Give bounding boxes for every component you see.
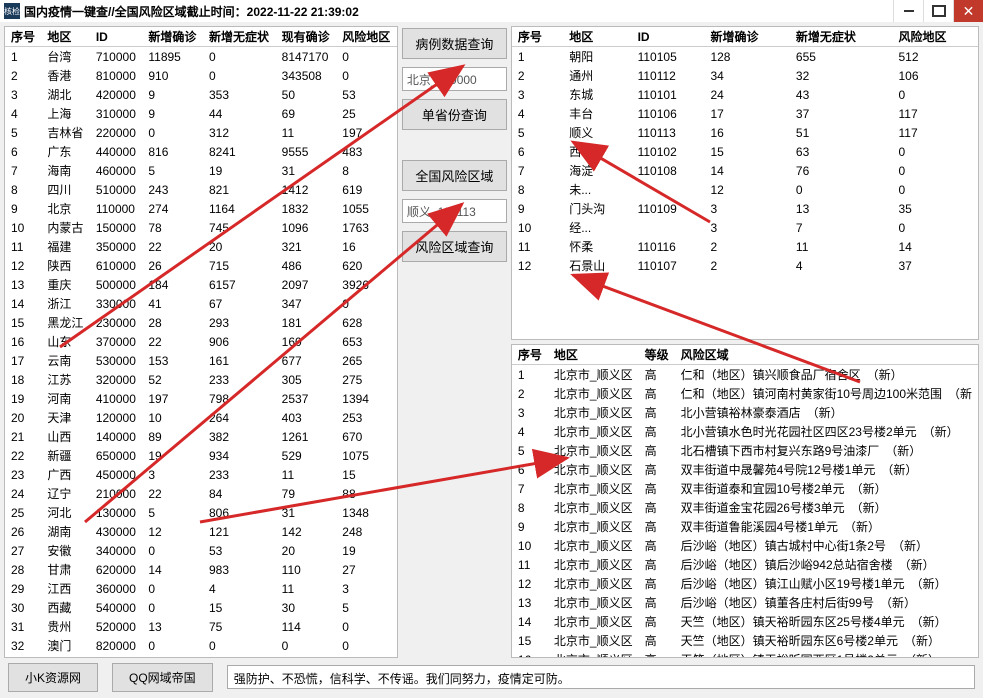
table-row[interactable]: 4北京市_顺义区高北小营镇水色时光花园社区四区23号楼2单元 （新） xyxy=(512,422,978,441)
column-header[interactable]: 风险地区 xyxy=(336,27,397,47)
table-row[interactable]: 2香港81000091003435080 xyxy=(5,66,397,85)
single-province-query-button[interactable]: 单省份查询 xyxy=(402,99,507,130)
column-header[interactable]: 等级 xyxy=(639,345,675,365)
table-row[interactable]: 14浙江33000041673470 xyxy=(5,294,397,313)
column-header[interactable]: ID xyxy=(90,27,143,47)
table-row[interactable]: 8北京市_顺义区高双丰街道金宝花园26号楼3单元 （新） xyxy=(512,498,978,517)
district-input[interactable] xyxy=(402,199,507,223)
table-row[interactable]: 18江苏32000052233305275 xyxy=(5,370,397,389)
table-row[interactable]: 11怀柔11011621114 xyxy=(512,237,978,256)
column-header[interactable]: 序号 xyxy=(5,27,41,47)
table-row[interactable]: 10北京市_顺义区高后沙峪（地区）镇古城村中心街1条2号 （新） xyxy=(512,536,978,555)
province-input[interactable] xyxy=(402,67,507,91)
close-button[interactable]: ✕ xyxy=(953,0,983,22)
table-row[interactable]: 7海南460000519318 xyxy=(5,161,397,180)
table-row[interactable]: 5顺义1101131651117 xyxy=(512,123,978,142)
table-row[interactable]: 16北京市_顺义区高天竺（地区）镇天裕昕园西区1号楼2单元 （新） xyxy=(512,650,978,658)
table-row[interactable]: 1北京市_顺义区高仁和（地区）镇兴顺食品厂宿舍区 （新） xyxy=(512,365,978,385)
column-header[interactable]: 序号 xyxy=(512,345,548,365)
table-row[interactable]: 7海淀11010814760 xyxy=(512,161,978,180)
column-header[interactable]: 现有确诊 xyxy=(276,27,337,47)
table-row[interactable]: 26湖南43000012121142248 xyxy=(5,522,397,541)
column-header[interactable]: 地区 xyxy=(41,27,89,47)
table-row[interactable]: 21山西140000893821261670 xyxy=(5,427,397,446)
table-row[interactable]: 7北京市_顺义区高双丰街道泰和宜园10号楼2单元 （新） xyxy=(512,479,978,498)
national-risk-button[interactable]: 全国风险区域 xyxy=(402,160,507,191)
table-row[interactable]: 27安徽3400000532019 xyxy=(5,541,397,560)
table-row[interactable]: 23广西45000032331115 xyxy=(5,465,397,484)
table-row[interactable]: 10内蒙古1500007874510961763 xyxy=(5,218,397,237)
district-table[interactable]: 序号地区ID新增确诊新增无症状风险地区1朝阳1101051286555122通州… xyxy=(511,26,979,340)
table-row[interactable]: 1台湾71000011895081471700 xyxy=(5,47,397,67)
table-row[interactable]: 29江西36000004113 xyxy=(5,579,397,598)
table-row[interactable]: 11北京市_顺义区高后沙峪（地区）镇后沙峪942总站宿舍楼 （新） xyxy=(512,555,978,574)
table-row[interactable]: 8四川5100002438211412619 xyxy=(5,180,397,199)
table-row[interactable]: 16山东37000022906160653 xyxy=(5,332,397,351)
column-header[interactable]: 序号 xyxy=(512,27,563,47)
table-row[interactable]: 9北京市_顺义区高双丰街道鲁能溪园4号楼1单元 （新） xyxy=(512,517,978,536)
table-row[interactable]: 5北京市_顺义区高北石槽镇下西市村复兴东路9号油漆厂 （新） xyxy=(512,441,978,460)
table-row[interactable]: 2北京市_顺义区高仁和（地区）镇河南村黄家街10号周边100米范围 （新 xyxy=(512,384,978,403)
table-row[interactable]: 15北京市_顺义区高天竺（地区）镇天裕昕园东区6号楼2单元 （新） xyxy=(512,631,978,650)
table-row[interactable]: 17云南530000153161677265 xyxy=(5,351,397,370)
table-row[interactable]: 1朝阳110105128655512 xyxy=(512,47,978,67)
table-row[interactable]: 4丰台1101061737117 xyxy=(512,104,978,123)
column-header[interactable]: 新增无症状 xyxy=(790,27,893,47)
footer-note: 强防护、不恐慌，信科学、不传谣。我们同努力，疫情定可防。 xyxy=(227,665,975,689)
table-row[interactable]: 30西藏540000015305 xyxy=(5,598,397,617)
resource-site-button[interactable]: 小K资源网 xyxy=(8,663,98,692)
table-row[interactable]: 33青海6300003357652606 xyxy=(5,655,397,658)
column-header[interactable]: 风险地区 xyxy=(892,27,978,47)
table-row[interactable]: 8未...1200 xyxy=(512,180,978,199)
app-icon: 核检 xyxy=(4,3,20,19)
table-row[interactable]: 20天津12000010264403253 xyxy=(5,408,397,427)
titlebar: 核检 国内疫情一键查//全国风险区域截止时间：2022-11-22 21:39:… xyxy=(0,0,983,22)
table-row[interactable]: 9门头沟11010931335 xyxy=(512,199,978,218)
table-row[interactable]: 28甘肃6200001498311027 xyxy=(5,560,397,579)
table-row[interactable]: 4上海3100009446925 xyxy=(5,104,397,123)
table-row[interactable]: 3北京市_顺义区高北小营镇裕林豪泰酒店 （新） xyxy=(512,403,978,422)
table-row[interactable]: 11福建350000222032116 xyxy=(5,237,397,256)
table-row[interactable]: 12北京市_顺义区高后沙峪（地区）镇江山赋小区19号楼1单元 （新） xyxy=(512,574,978,593)
column-header[interactable]: ID xyxy=(632,27,705,47)
table-row[interactable]: 9北京110000274116418321055 xyxy=(5,199,397,218)
qq-site-button[interactable]: QQ网域帝国 xyxy=(112,663,213,692)
column-header[interactable]: 地区 xyxy=(548,345,639,365)
column-header[interactable]: 新增确诊 xyxy=(704,27,789,47)
table-row[interactable]: 3东城11010124430 xyxy=(512,85,978,104)
risk-area-table[interactable]: 序号地区等级风险区域1北京市_顺义区高仁和（地区）镇兴顺食品厂宿舍区 （新）2北… xyxy=(511,344,979,658)
table-row[interactable]: 19河南41000019779825371394 xyxy=(5,389,397,408)
column-header[interactable]: 新增无症状 xyxy=(203,27,276,47)
table-row[interactable]: 12陕西61000026715486620 xyxy=(5,256,397,275)
table-row[interactable]: 12石景山1101072437 xyxy=(512,256,978,275)
footer: 小K资源网 QQ网域帝国 强防护、不恐慌，信科学、不传谣。我们同努力，疫情定可防… xyxy=(0,662,983,692)
column-header[interactable]: 新增确诊 xyxy=(142,27,203,47)
table-row[interactable]: 25河北1300005806311348 xyxy=(5,503,397,522)
minimize-button[interactable] xyxy=(893,0,923,22)
table-row[interactable]: 14北京市_顺义区高天竺（地区）镇天裕昕园东区25号楼4单元 （新） xyxy=(512,612,978,631)
province-table[interactable]: 序号地区ID新增确诊新增无症状现有确诊风险地区1台湾71000011895081… xyxy=(4,26,398,658)
table-row[interactable]: 13北京市_顺义区高后沙峪（地区）镇董各庄村后街99号 （新） xyxy=(512,593,978,612)
table-row[interactable]: 2通州1101123432106 xyxy=(512,66,978,85)
table-row[interactable]: 32澳门8200000000 xyxy=(5,636,397,655)
case-data-query-button[interactable]: 病例数据查询 xyxy=(402,28,507,59)
maximize-button[interactable] xyxy=(923,0,953,22)
table-row[interactable]: 6西城11010215630 xyxy=(512,142,978,161)
table-row[interactable]: 5吉林省220000031211197 xyxy=(5,123,397,142)
table-row[interactable]: 13重庆500000184615720973926 xyxy=(5,275,397,294)
risk-area-query-button[interactable]: 风险区域查询 xyxy=(402,231,507,262)
table-row[interactable]: 24辽宁21000022847988 xyxy=(5,484,397,503)
table-row[interactable]: 6北京市_顺义区高双丰街道中晟馨苑4号院12号楼1单元 （新） xyxy=(512,460,978,479)
table-row[interactable]: 22新疆650000199345291075 xyxy=(5,446,397,465)
table-row[interactable]: 10经...370 xyxy=(512,218,978,237)
window-title: 国内疫情一键查//全国风险区域截止时间：2022-11-22 21:39:02 xyxy=(24,3,893,20)
table-row[interactable]: 31贵州52000013751140 xyxy=(5,617,397,636)
table-row[interactable]: 15黑龙江23000028293181628 xyxy=(5,313,397,332)
table-row[interactable]: 3湖北42000093535053 xyxy=(5,85,397,104)
table-row[interactable]: 6广东44000081682419555483 xyxy=(5,142,397,161)
column-header[interactable]: 地区 xyxy=(563,27,631,47)
column-header[interactable]: 风险区域 xyxy=(675,345,978,365)
